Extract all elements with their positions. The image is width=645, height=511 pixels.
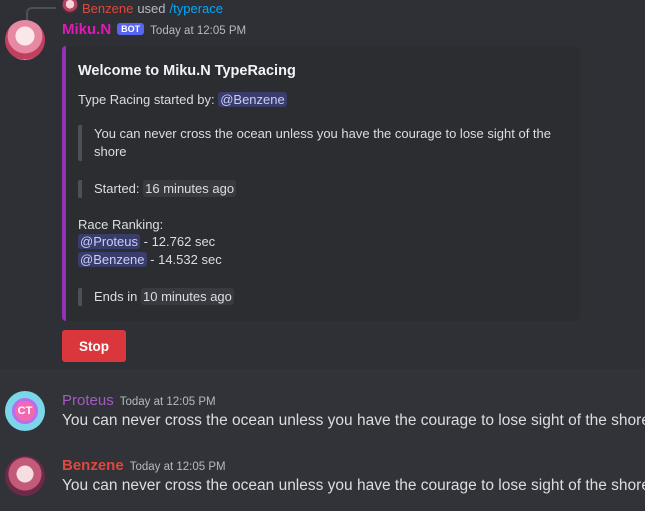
embed: Welcome to Miku.N TypeRacing Type Racing… <box>62 46 580 321</box>
reply-avatar[interactable] <box>62 0 78 13</box>
message-text: You can never cross the ocean unless you… <box>62 477 645 494</box>
message-header: Benzene Today at 12:05 PM <box>62 457 226 474</box>
ranking-row: @Benzene - 14.532 sec <box>78 252 222 267</box>
bot-tag: BOT <box>117 23 145 35</box>
reply-command[interactable]: /typerace <box>170 1 223 16</box>
message-header: Proteus Today at 12:05 PM <box>62 392 216 409</box>
ranking-label: Race Ranking: <box>78 217 164 232</box>
started-timestamp: 16 minutes ago <box>143 180 237 197</box>
message-text: You can never cross the ocean unless you… <box>62 412 645 429</box>
mention[interactable]: @Proteus <box>78 234 140 249</box>
timestamp[interactable]: Today at 12:05 PM <box>150 25 246 37</box>
timestamp[interactable]: Today at 12:05 PM <box>130 461 226 473</box>
avatar[interactable] <box>5 20 45 60</box>
started-label: Started: <box>94 181 140 196</box>
mention[interactable]: @Benzene <box>78 252 147 267</box>
embed-title: Welcome to Miku.N TypeRacing <box>78 63 296 79</box>
command-reply-header[interactable]: Benzene used /typerace <box>62 0 223 16</box>
ends-timestamp: 10 minutes ago <box>141 288 234 305</box>
ends-quote: Ends in 10 minutes ago <box>78 288 234 306</box>
block-quote: You can never cross the ocean unless you… <box>78 125 558 161</box>
ranking-time: - 14.532 sec <box>150 252 222 267</box>
message-header: Miku.N BOT Today at 12:05 PM <box>62 21 246 38</box>
username[interactable]: Miku.N <box>62 21 111 38</box>
avatar[interactable]: CT <box>5 391 45 431</box>
username[interactable]: Proteus <box>62 392 114 409</box>
mention[interactable]: @Benzene <box>218 92 287 107</box>
reply-connector <box>26 7 56 21</box>
ends-label: Ends in <box>94 289 138 304</box>
started-quote: Started: 16 minutes ago <box>78 180 237 198</box>
stop-button[interactable]: Stop <box>62 330 126 362</box>
ranking-time: - 12.762 sec <box>143 234 216 249</box>
reply-username[interactable]: Benzene <box>82 1 133 16</box>
started-by-label: Type Racing started by: <box>78 92 215 107</box>
started-by-line: Type Racing started by: @Benzene <box>78 92 287 107</box>
username[interactable]: Benzene <box>62 457 124 474</box>
reply-used-text: used <box>137 0 166 16</box>
timestamp[interactable]: Today at 12:05 PM <box>120 396 216 408</box>
avatar-logo: CT <box>12 398 38 424</box>
quote-text: You can never cross the ocean unless you… <box>94 126 551 159</box>
avatar[interactable] <box>5 456 45 496</box>
ranking-row: @Proteus - 12.762 sec <box>78 234 215 249</box>
